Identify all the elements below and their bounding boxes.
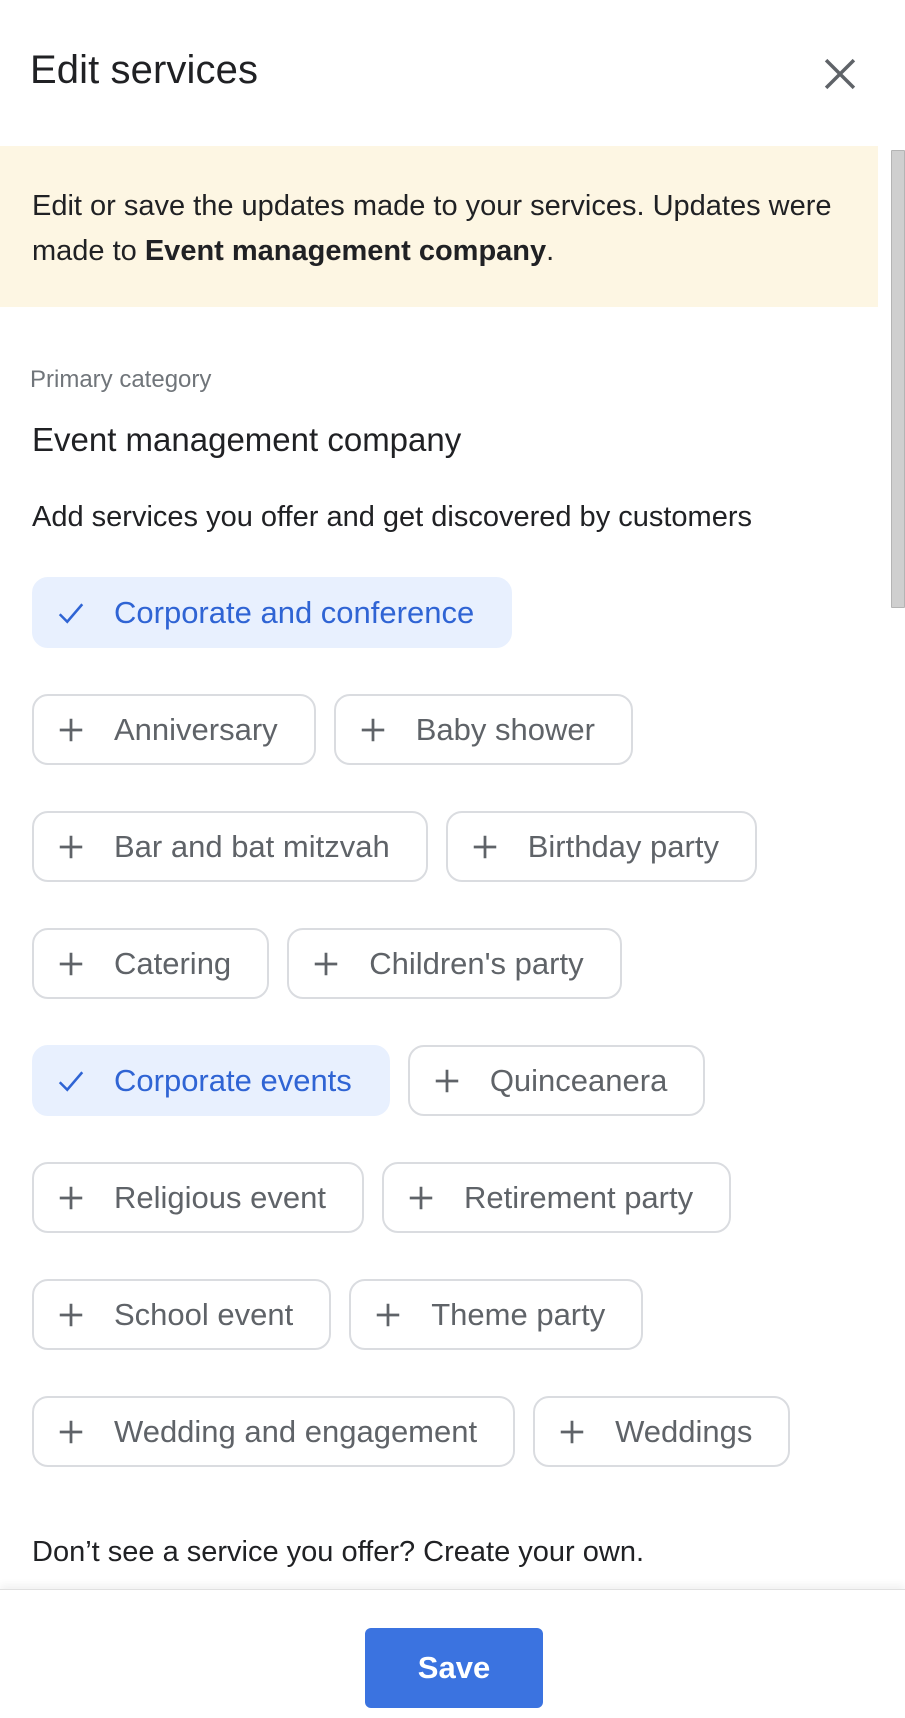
save-button[interactable]: Save	[365, 1628, 543, 1708]
banner-suffix: .	[546, 235, 555, 267]
service-chip-label: Theme party	[431, 1296, 606, 1332]
primary-category-value: Event management company	[32, 421, 462, 458]
service-chip[interactable]: Weddings	[533, 1396, 791, 1467]
plus-icon	[56, 715, 86, 745]
service-chip[interactable]: Bar and bat mitzvah	[32, 811, 428, 882]
primary-category-label: Primary category	[30, 366, 212, 393]
service-chip-row: Wedding and engagement Weddings	[32, 1396, 882, 1467]
banner-highlight: Event management company	[144, 235, 547, 267]
plus-icon	[56, 1300, 86, 1330]
service-chip[interactable]: Catering	[32, 928, 270, 999]
service-chip-label: Birthday party	[527, 828, 719, 864]
plus-icon	[373, 1300, 403, 1330]
dialog-content: Edit or save the updates made to your se…	[0, 146, 905, 1589]
dialog-footer: Save	[0, 1589, 905, 1718]
service-chip-label: Anniversary	[114, 711, 278, 747]
service-chip-label: Quinceanera	[489, 1062, 668, 1098]
service-chip-label: Corporate and conference	[114, 594, 475, 630]
plus-icon	[56, 1183, 86, 1213]
dialog-title: Edit services	[30, 48, 259, 92]
service-chip[interactable]: Corporate and conference	[32, 577, 513, 648]
service-chip[interactable]: Wedding and engagement	[32, 1396, 516, 1467]
service-chip-list: Corporate and conference Anniversary Baby …	[32, 577, 882, 1513]
service-chip-row: Religious event Retirement party	[32, 1162, 882, 1233]
service-chip[interactable]: Children's party	[287, 928, 622, 999]
service-chip-label: Children's party	[369, 945, 584, 981]
service-chip-label: Corporate events	[114, 1062, 352, 1098]
service-chip-label: Retirement party	[463, 1179, 694, 1215]
service-chip-label: School event	[114, 1296, 294, 1332]
service-chip[interactable]: Anniversary	[32, 694, 316, 765]
service-chip-row: School event Theme party	[32, 1279, 882, 1350]
service-chip-label: Baby shower	[415, 711, 595, 747]
service-chip[interactable]: Theme party	[349, 1279, 644, 1350]
close-icon	[824, 58, 856, 90]
plus-icon	[557, 1417, 587, 1447]
check-icon	[56, 1066, 86, 1096]
create-own-service-text: Don’t see a service you offer? Create yo…	[32, 1536, 645, 1568]
service-chip[interactable]: Religious event	[32, 1162, 364, 1233]
plus-icon	[432, 1066, 462, 1096]
plus-icon	[311, 949, 341, 979]
plus-icon	[56, 949, 86, 979]
scrollbar-thumb[interactable]	[891, 150, 905, 608]
service-chip[interactable]: Baby shower	[333, 694, 633, 765]
service-chip-row: Corporate and conference	[32, 577, 882, 648]
service-chip[interactable]: Birthday party	[445, 811, 757, 882]
service-chip-label: Wedding and engagement	[114, 1413, 478, 1449]
plus-icon	[56, 832, 86, 862]
service-chip-row: Anniversary Baby shower	[32, 694, 882, 765]
check-icon	[56, 598, 86, 628]
service-chip-label: Religious event	[114, 1179, 326, 1215]
plus-icon	[470, 832, 500, 862]
update-notice-banner: Edit or save the updates made to your se…	[0, 146, 878, 307]
close-button[interactable]	[818, 52, 862, 96]
dialog-header: Edit services	[0, 0, 905, 146]
service-chip-row: Bar and bat mitzvah Birthday party	[32, 811, 882, 882]
service-chip-label: Weddings	[615, 1413, 753, 1449]
plus-icon	[406, 1183, 436, 1213]
service-chip[interactable]: Quinceanera	[407, 1045, 706, 1116]
service-chip-row: Catering Children's party	[32, 928, 882, 999]
service-chip-label: Catering	[114, 945, 232, 981]
service-chip[interactable]: Corporate events	[32, 1045, 390, 1116]
service-chip[interactable]: School event	[32, 1279, 332, 1350]
services-prompt: Add services you offer and get discovere…	[32, 501, 753, 533]
plus-icon	[358, 715, 388, 745]
service-chip-label: Bar and bat mitzvah	[114, 828, 390, 864]
service-chip[interactable]: Retirement party	[381, 1162, 732, 1233]
plus-icon	[56, 1417, 86, 1447]
service-chip-row: Corporate events Quinceanera	[32, 1045, 882, 1116]
